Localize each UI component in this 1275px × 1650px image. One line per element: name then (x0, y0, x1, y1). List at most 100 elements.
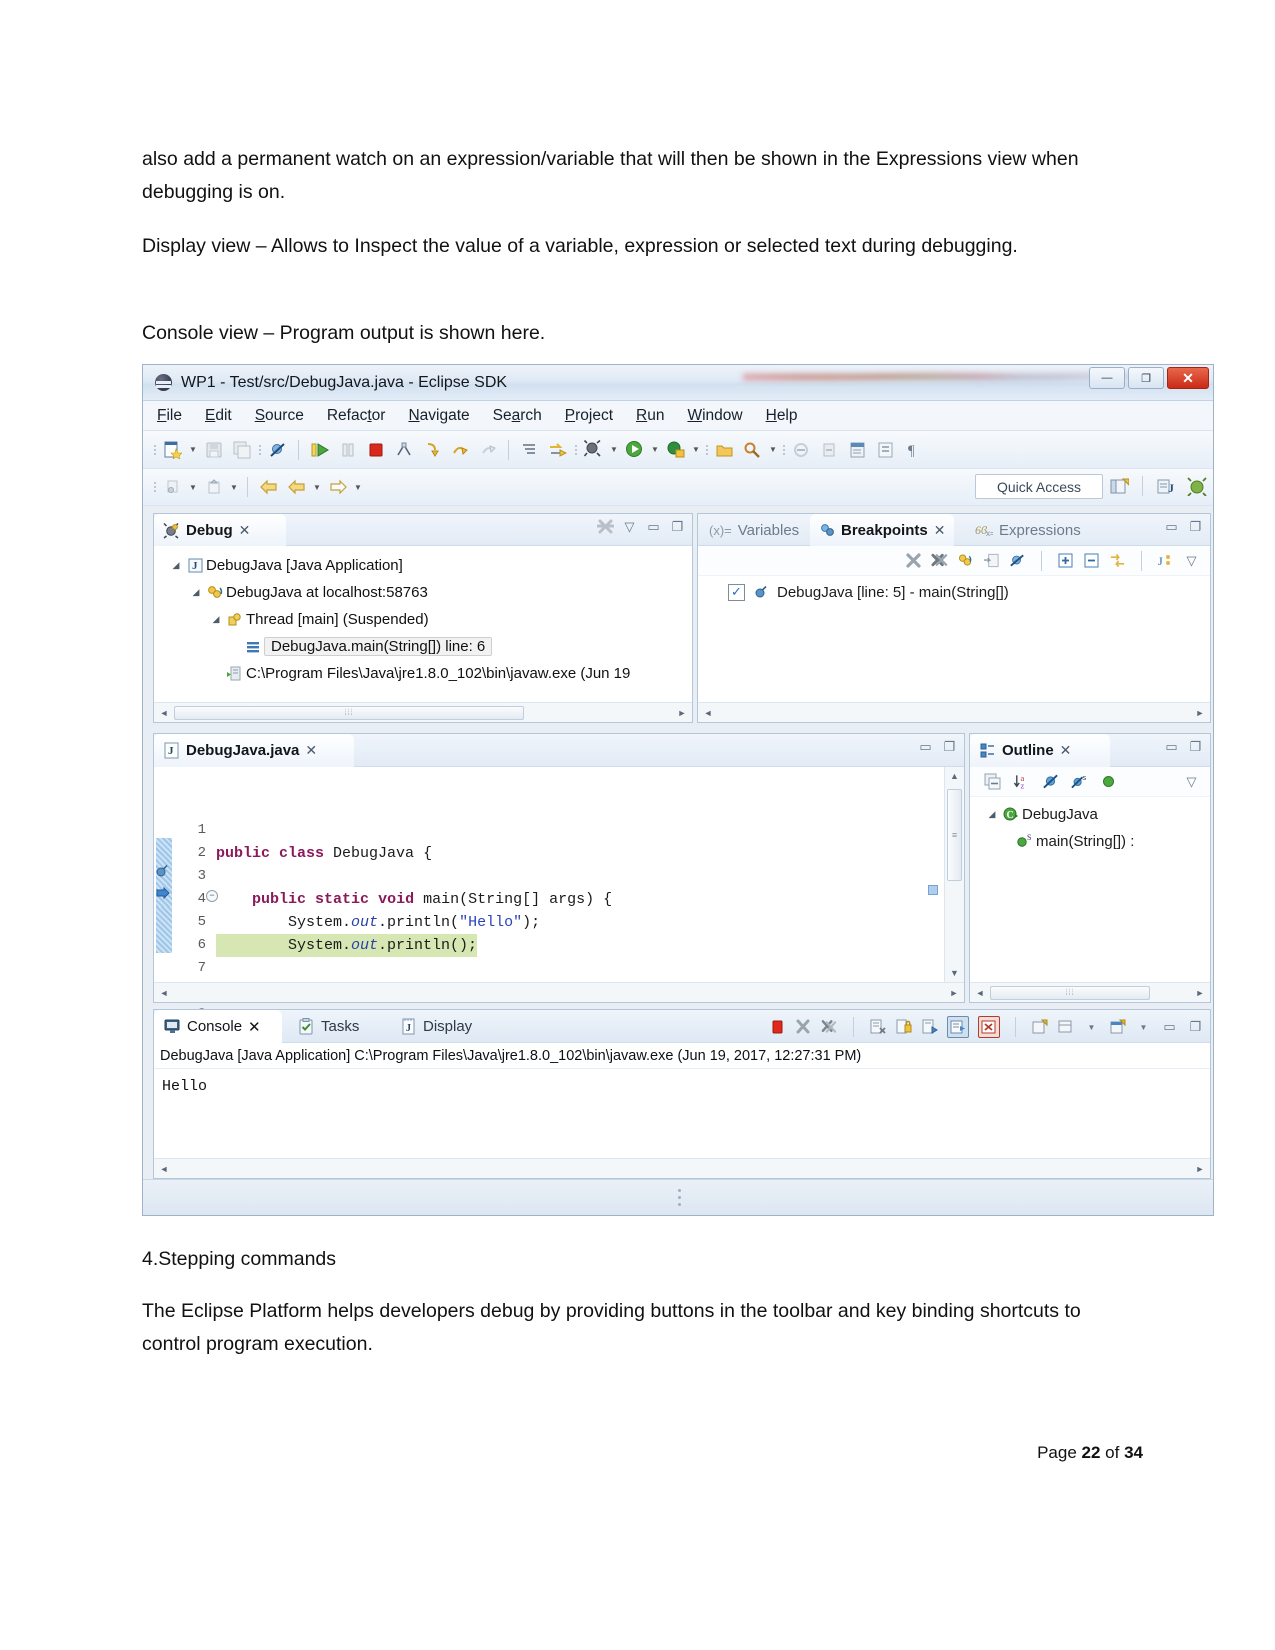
skip-all-breakpoints-icon[interactable] (1009, 552, 1026, 569)
pin-dropdown-icon[interactable]: ▼ (1083, 1019, 1100, 1036)
resume-icon[interactable] (306, 437, 333, 463)
menu-search[interactable]: Search (493, 407, 542, 425)
breakpoint-marker-icon[interactable] (155, 863, 171, 879)
collapse-all-icon[interactable] (1083, 552, 1100, 569)
minimize-view-icon[interactable]: ▭ (1163, 518, 1180, 535)
remove-all-breakpoints-icon[interactable] (931, 552, 948, 569)
tab-outline-close-icon[interactable]: ✕ (1060, 742, 1072, 759)
toolbar-drag-handle-3[interactable] (572, 439, 579, 461)
link-with-debug-view-icon[interactable] (957, 552, 974, 569)
scroll-right-arrow-icon[interactable]: ► (944, 988, 964, 998)
debug-run-icon[interactable] (580, 437, 607, 463)
editor-hscrollbar[interactable]: ◄ ► (154, 982, 964, 1002)
code-editor-area[interactable]: 1 2 public class DebugJava { 3 4 − publi… (154, 767, 964, 1022)
expand-all-icon[interactable] (1057, 552, 1074, 569)
remove-all-terminated-icon[interactable] (597, 518, 614, 535)
quick-access-field[interactable]: Quick Access (975, 474, 1103, 499)
tab-outline[interactable]: Outline ✕ (970, 734, 1110, 767)
close-button[interactable]: ✕ (1167, 367, 1209, 389)
menu-window[interactable]: Window (687, 407, 742, 425)
step-return-icon[interactable] (474, 437, 501, 463)
display-selected-console-icon[interactable] (978, 1016, 1000, 1038)
open-type-icon[interactable] (711, 437, 738, 463)
expand-arrow-icon[interactable]: ◢ (188, 587, 204, 598)
open-console-icon[interactable] (1031, 1019, 1048, 1036)
outline-hscroll-thumb[interactable]: ⦙⦙⦙ (990, 985, 1150, 1000)
new-class-icon[interactable] (844, 437, 871, 463)
outline-row-class[interactable]: ◢ C DebugJava (970, 801, 1210, 828)
new-package-icon[interactable] (816, 437, 843, 463)
back-dropdown-icon[interactable]: ▼ (311, 475, 323, 499)
remove-all-launches-icon[interactable] (821, 1019, 838, 1036)
tab-debug[interactable]: Debug ✕ (154, 514, 286, 546)
external-tools-dropdown-icon[interactable]: ▼ (690, 438, 702, 462)
scroll-left-arrow-icon[interactable]: ◄ (154, 708, 174, 718)
outline-view-hscrollbar[interactable]: ◄ ⦙⦙⦙ ► (970, 982, 1210, 1002)
expand-arrow-icon[interactable]: ◢ (208, 614, 224, 625)
remove-launch-icon[interactable] (795, 1019, 812, 1036)
remove-breakpoint-icon[interactable] (905, 552, 922, 569)
outline-row-method[interactable]: S main(String[]) : (970, 828, 1210, 855)
scroll-left-arrow-icon[interactable]: ◄ (154, 1164, 174, 1174)
debug-view-hscrollbar[interactable]: ◄ ⦙⦙⦙ ► (154, 702, 692, 722)
hide-fields-icon[interactable] (1042, 773, 1059, 790)
new-annotation-icon[interactable] (159, 474, 186, 500)
scroll-down-arrow-icon[interactable]: ▼ (945, 964, 964, 982)
suspend-icon[interactable] (334, 437, 361, 463)
minimize-editor-icon[interactable]: ▭ (917, 738, 934, 755)
minimize-outline-icon[interactable]: ▭ (1163, 738, 1180, 755)
minimize-button[interactable]: — (1089, 367, 1125, 389)
next-annotation-icon[interactable] (516, 437, 543, 463)
tab-console[interactable]: Console ✕ (154, 1010, 282, 1043)
link-with-editor-icon[interactable] (1109, 552, 1126, 569)
tree-row-application[interactable]: ◢ J DebugJava [Java Application] (160, 552, 692, 579)
status-bar-resize-grip[interactable] (678, 1189, 682, 1207)
editor-hscroll-thumb[interactable] (176, 985, 942, 1000)
back-history-icon[interactable] (255, 474, 282, 500)
scroll-lock-icon[interactable] (895, 1019, 912, 1036)
collapse-all-icon[interactable] (984, 773, 1001, 790)
expand-arrow-icon[interactable]: ◢ (984, 809, 1000, 820)
show-console-on-output-icon[interactable] (921, 1019, 938, 1036)
scroll-up-arrow-icon[interactable]: ▲ (945, 767, 964, 785)
toolbar-drag-handle-1[interactable] (151, 439, 158, 461)
menu-refactor[interactable]: Refactor (327, 407, 386, 425)
menu-file[interactable]: File (157, 407, 182, 425)
new-console-dropdown-icon[interactable]: ▼ (1135, 1019, 1152, 1036)
disconnect-icon[interactable] (390, 437, 417, 463)
menu-source[interactable]: Source (255, 407, 304, 425)
maximize-button[interactable]: ❐ (1128, 367, 1164, 389)
maximize-outline-icon[interactable]: ❐ (1187, 738, 1204, 755)
tab-display[interactable]: J Display (390, 1010, 482, 1043)
forward-dropdown-icon[interactable]: ▼ (352, 475, 364, 499)
scroll-left-arrow-icon[interactable]: ◄ (154, 988, 174, 998)
breakpoints-view-menu-icon[interactable]: ▽ (1183, 552, 1200, 569)
expand-arrow-icon[interactable]: ◢ (168, 560, 184, 571)
scroll-right-arrow-icon[interactable]: ► (1190, 988, 1210, 998)
save-all-icon[interactable] (228, 437, 255, 463)
new-console-view-icon[interactable] (1109, 1019, 1126, 1036)
toolbar-drag-handle-6[interactable] (151, 476, 158, 498)
maximize-view-icon[interactable]: ❐ (1187, 518, 1204, 535)
scroll-left-arrow-icon[interactable]: ◄ (970, 988, 990, 998)
search-icon[interactable] (739, 437, 766, 463)
hide-non-public-icon[interactable] (1100, 773, 1117, 790)
menu-run[interactable]: Run (636, 407, 664, 425)
clear-console-icon[interactable] (869, 1019, 886, 1036)
tree-row-target[interactable]: ◢ DebugJava at localhost:58763 (160, 579, 692, 606)
skip-breakpoints-icon[interactable] (264, 437, 291, 463)
scroll-right-arrow-icon[interactable]: ► (1190, 1164, 1210, 1174)
scroll-left-arrow-icon[interactable]: ◄ (698, 708, 718, 718)
breakpoint-working-sets-icon[interactable]: J (1157, 552, 1174, 569)
toolbar-drag-handle-5[interactable] (780, 439, 787, 461)
tab-debugjava-java[interactable]: J DebugJava.java ✕ (154, 734, 354, 767)
new-java-project-icon[interactable] (788, 437, 815, 463)
hide-static-icon[interactable]: s (1071, 773, 1088, 790)
console-hscrollbar[interactable]: ◄ ► (154, 1158, 1210, 1178)
maximize-view-icon[interactable]: ❐ (669, 518, 686, 535)
console-hscroll-thumb[interactable] (176, 1161, 1188, 1176)
scroll-right-arrow-icon[interactable]: ► (1190, 708, 1210, 718)
paragraph-mark-icon[interactable]: ¶ (900, 437, 927, 463)
tab-breakpoints[interactable]: Breakpoints ✕ (810, 514, 955, 546)
outline-view-menu-icon[interactable]: ▽ (1183, 773, 1200, 790)
